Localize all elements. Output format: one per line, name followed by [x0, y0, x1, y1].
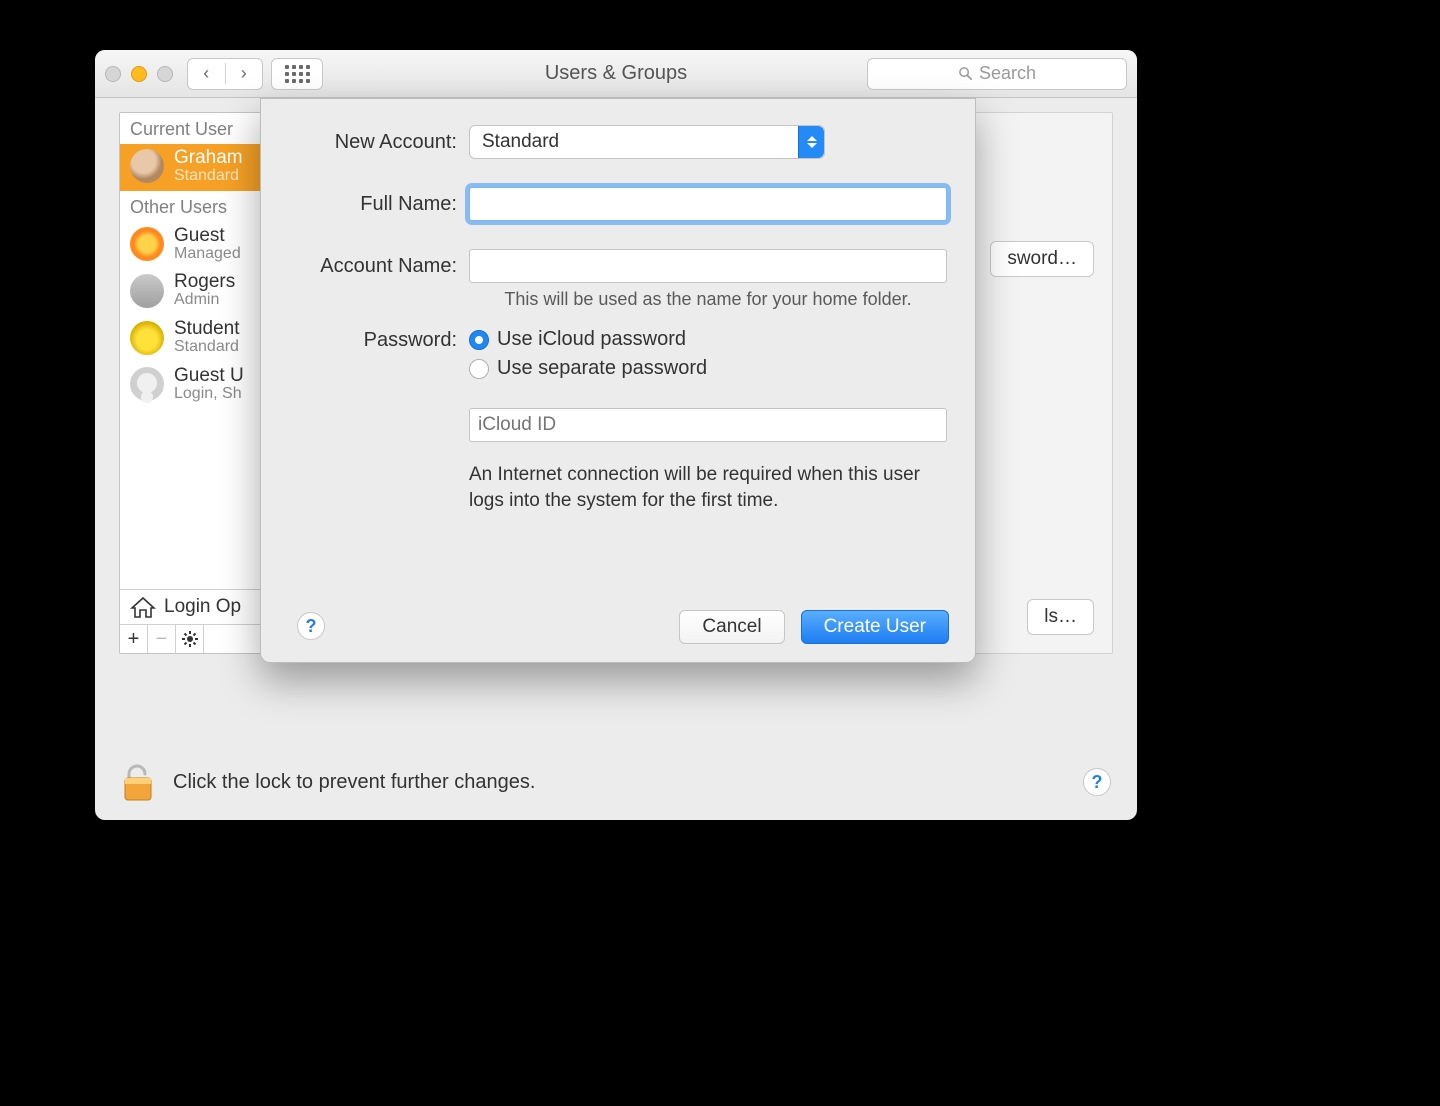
- lock-hint-text: Click the lock to prevent further change…: [173, 771, 535, 794]
- cancel-button[interactable]: Cancel: [679, 610, 784, 644]
- full-name-field[interactable]: [469, 187, 947, 221]
- remove-user-button: −: [148, 625, 176, 653]
- account-name-label: Account Name:: [261, 255, 469, 278]
- radio-label: Use iCloud password: [497, 328, 686, 351]
- window-controls: [105, 66, 173, 82]
- grid-icon: [285, 65, 310, 83]
- user-name: Graham: [174, 148, 243, 168]
- chevron-right-icon: ›: [241, 63, 247, 84]
- show-all-prefs-button[interactable]: [271, 58, 323, 90]
- password-label: Password:: [261, 328, 469, 352]
- user-name: Rogers: [174, 272, 235, 292]
- avatar-icon: [130, 227, 164, 261]
- minimize-window-button[interactable]: [131, 66, 147, 82]
- avatar-icon: [130, 321, 164, 355]
- password-separate-radio[interactable]: Use separate password: [469, 357, 947, 380]
- account-name-field[interactable]: [469, 249, 947, 283]
- radio-icon: [469, 330, 489, 350]
- user-role: Standard: [174, 168, 243, 185]
- obscured-button-top[interactable]: sword…: [990, 241, 1094, 277]
- gear-icon: [182, 631, 198, 647]
- new-account-sheet: New Account: Standard Full Name: Account…: [260, 98, 976, 663]
- avatar-icon: [130, 367, 164, 401]
- account-type-value: Standard: [482, 131, 559, 153]
- icloud-id-field[interactable]: [469, 408, 947, 442]
- connection-note: An Internet connection will be required …: [469, 462, 933, 513]
- house-icon: [130, 596, 156, 618]
- user-role: Managed: [174, 246, 241, 263]
- search-placeholder: Search: [979, 63, 1036, 84]
- back-button[interactable]: ‹: [188, 63, 226, 84]
- zoom-window-button[interactable]: [157, 66, 173, 82]
- new-account-label: New Account:: [261, 131, 469, 154]
- avatar-icon: [130, 274, 164, 308]
- chevron-left-icon: ‹: [203, 63, 209, 84]
- obscured-button-bottom[interactable]: ls…: [1027, 599, 1094, 635]
- user-name: Student: [174, 319, 240, 339]
- search-icon: [958, 66, 973, 81]
- full-name-label: Full Name:: [261, 193, 469, 216]
- lock-footer: Click the lock to prevent further change…: [95, 744, 1137, 820]
- close-window-button[interactable]: [105, 66, 121, 82]
- user-role: Standard: [174, 339, 240, 356]
- radio-label: Use separate password: [497, 357, 707, 380]
- user-role: Login, Sh: [174, 386, 244, 403]
- password-icloud-radio[interactable]: Use iCloud password: [469, 328, 947, 351]
- login-options-label: Login Op: [164, 596, 241, 618]
- unlocked-padlock-icon[interactable]: [121, 762, 155, 802]
- account-name-hint: This will be used as the name for your h…: [473, 289, 943, 310]
- user-role: Admin: [174, 292, 235, 309]
- search-field[interactable]: Search: [867, 58, 1127, 90]
- user-name: Guest U: [174, 366, 244, 386]
- nav-back-forward: ‹ ›: [187, 58, 263, 90]
- titlebar: ‹ › Users & Groups Search: [95, 50, 1137, 98]
- help-button[interactable]: ?: [1083, 768, 1111, 796]
- user-actions-menu-button[interactable]: [176, 625, 204, 653]
- select-stepper-icon: [798, 126, 824, 158]
- avatar-icon: [130, 149, 164, 183]
- add-user-button[interactable]: +: [120, 625, 148, 653]
- create-user-button[interactable]: Create User: [801, 610, 949, 644]
- account-type-select[interactable]: Standard: [469, 125, 825, 159]
- user-name: Guest: [174, 226, 241, 246]
- sheet-help-button[interactable]: ?: [297, 612, 325, 640]
- forward-button[interactable]: ›: [226, 63, 263, 84]
- radio-icon: [469, 359, 489, 379]
